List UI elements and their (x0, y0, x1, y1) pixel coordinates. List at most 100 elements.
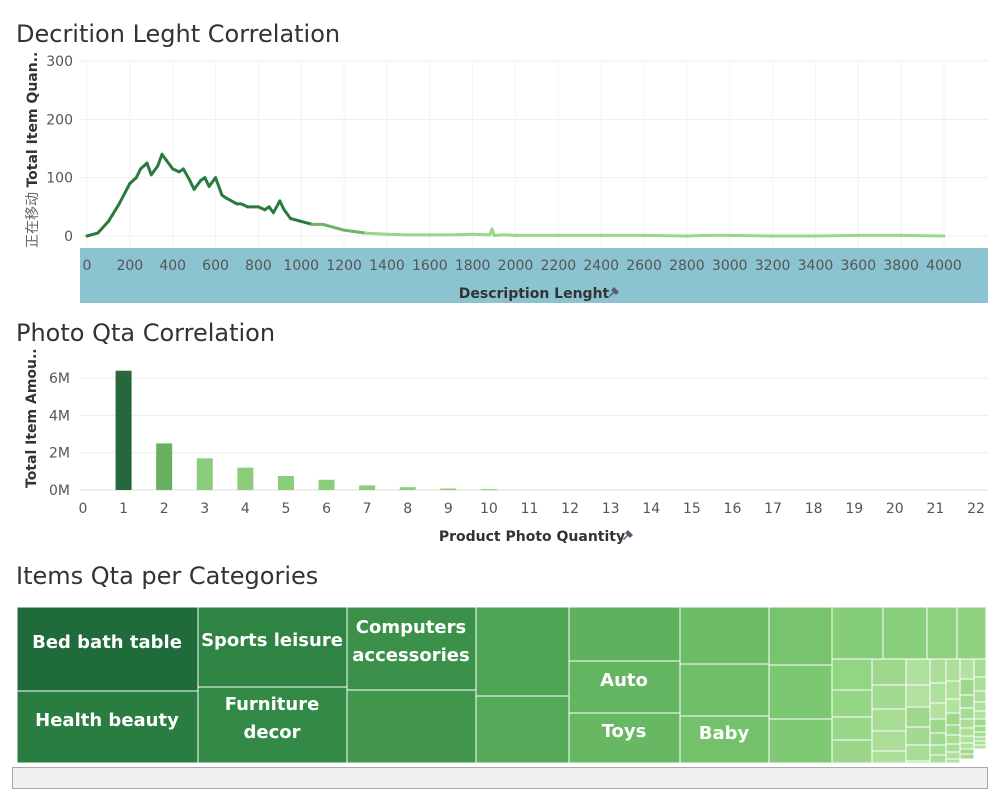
treemap-cell[interactable] (959, 707, 975, 720)
bar[interactable] (318, 479, 335, 490)
data-point[interactable] (278, 199, 282, 203)
dashboard-canvas[interactable]: 0 200 400 600 800 1000 1200 1400 1600 1800 2000 220… (0, 0, 1000, 800)
treemap-cell[interactable] (768, 606, 833, 666)
data-point[interactable] (310, 223, 314, 226)
treemap-cell[interactable] (959, 658, 975, 680)
line-segment[interactable] (149, 164, 160, 177)
chart2-bars[interactable] (115, 370, 497, 491)
line-segment[interactable] (471, 232, 492, 237)
bar[interactable] (359, 485, 376, 490)
treemap-cell[interactable] (768, 664, 833, 720)
data-point[interactable] (267, 205, 271, 209)
treemap-cell[interactable] (945, 680, 961, 700)
data-point[interactable] (514, 234, 517, 237)
treemap-cell[interactable] (959, 694, 975, 709)
bar[interactable] (440, 488, 457, 490)
line-segment[interactable] (96, 219, 110, 235)
treemap-cell[interactable] (831, 606, 884, 660)
line-segment[interactable] (813, 233, 860, 238)
line-segment[interactable] (192, 179, 203, 191)
treemap-cell[interactable] (973, 676, 987, 692)
data-point[interactable] (128, 182, 132, 185)
data-point[interactable] (235, 202, 239, 206)
treemap-cell[interactable] (831, 658, 873, 691)
treemap-cell[interactable] (346, 689, 477, 764)
line-segment[interactable] (224, 196, 239, 206)
treemap-cell[interactable] (882, 606, 928, 660)
data-point[interactable] (899, 234, 903, 237)
data-point[interactable] (139, 167, 142, 171)
line-segment[interactable] (449, 232, 475, 237)
line-segment[interactable] (503, 233, 517, 237)
line-segment[interactable] (214, 176, 224, 197)
line-segment[interactable] (728, 233, 775, 238)
treemap-cell[interactable] (973, 690, 987, 703)
data-point[interactable] (814, 234, 817, 238)
line-segment[interactable] (899, 233, 946, 238)
data-point[interactable] (207, 185, 211, 188)
line-segment[interactable] (342, 228, 368, 235)
treemap-cell[interactable] (871, 708, 907, 732)
line-segment[interactable] (106, 202, 121, 223)
data-point[interactable] (220, 193, 224, 197)
bar[interactable] (399, 487, 416, 490)
bar[interactable] (480, 489, 497, 491)
line-segment[interactable] (364, 231, 389, 236)
treemap-cell[interactable] (831, 689, 873, 718)
horizontal-scrollbar[interactable] (12, 767, 988, 789)
data-point[interactable] (707, 234, 710, 237)
data-point[interactable] (171, 167, 174, 171)
data-point[interactable] (492, 234, 496, 237)
data-point[interactable] (96, 231, 99, 235)
treemap-cell[interactable] (959, 727, 975, 737)
treemap-cell[interactable] (959, 718, 975, 729)
line-segment[interactable] (331, 225, 346, 232)
data-point[interactable] (471, 233, 474, 236)
treemap-cell[interactable] (959, 742, 975, 750)
treemap-cell[interactable] (831, 739, 873, 764)
treemap-cell[interactable] (905, 760, 931, 764)
data-point[interactable] (428, 233, 431, 237)
data-point[interactable] (321, 223, 324, 226)
data-point[interactable] (135, 176, 138, 179)
data-point[interactable] (364, 231, 367, 235)
treemap-cell[interactable] (973, 718, 987, 727)
treemap-cell[interactable] (929, 744, 947, 756)
treemap-cell[interactable] (945, 712, 961, 726)
treemap-cell[interactable] (871, 684, 907, 710)
bar[interactable] (115, 370, 132, 490)
data-point[interactable] (450, 233, 453, 237)
data-point[interactable] (263, 208, 267, 211)
data-point[interactable] (199, 179, 202, 182)
data-point[interactable] (385, 233, 389, 236)
data-point[interactable] (145, 161, 149, 165)
data-point[interactable] (160, 153, 164, 156)
data-point[interactable] (857, 234, 860, 237)
data-point[interactable] (225, 196, 228, 200)
data-point[interactable] (165, 158, 168, 162)
treemap-cell[interactable] (929, 754, 947, 764)
line-segment[interactable] (299, 219, 314, 226)
treemap-cell[interactable] (959, 735, 975, 744)
treemap-cell[interactable] (905, 706, 931, 728)
treemap-cell[interactable] (959, 753, 975, 760)
line-segment[interactable] (321, 222, 335, 229)
treemap-cell[interactable] (973, 725, 987, 733)
data-point[interactable] (342, 228, 346, 232)
treemap-cell[interactable] (905, 684, 931, 708)
treemap-cell[interactable] (929, 732, 947, 746)
line-segment[interactable] (642, 233, 689, 238)
treemap-cell[interactable] (973, 731, 987, 738)
treemap-cell[interactable] (871, 750, 907, 764)
treemap-cell[interactable] (973, 736, 987, 742)
treemap-cell[interactable] (945, 724, 961, 736)
treemap-cell[interactable] (905, 658, 931, 686)
data-point[interactable] (240, 202, 243, 206)
treemap-cell[interactable] (475, 606, 570, 697)
treemap-cell[interactable] (929, 682, 947, 704)
data-point[interactable] (257, 205, 260, 209)
data-point[interactable] (177, 170, 181, 174)
data-point[interactable] (282, 208, 286, 211)
treemap-cell[interactable] (973, 744, 987, 750)
bar[interactable] (156, 443, 173, 490)
